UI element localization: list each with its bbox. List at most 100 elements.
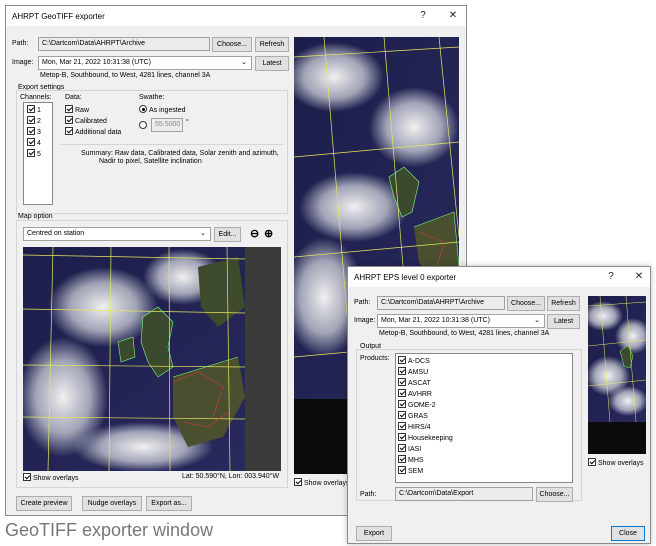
swathe-value-field[interactable]: 55.5000 — [151, 118, 183, 132]
map-centre-value: Centred on station — [27, 230, 85, 237]
chevron-down-icon: ⌄ — [241, 59, 247, 66]
channel-item[interactable]: 2 — [27, 116, 41, 125]
eps-show-overlays-checkbox[interactable]: Show overlays — [588, 458, 644, 467]
channel-item[interactable]: 4 — [27, 138, 41, 147]
product-item[interactable]: Housekeeping — [398, 433, 453, 442]
product-item[interactable]: HIRS/4 — [398, 422, 431, 431]
path-label: Path: — [12, 40, 29, 47]
zoom-out-icon[interactable]: ⊖ — [250, 227, 259, 240]
checkbox-icon — [65, 127, 73, 135]
output-path-label: Path: — [360, 491, 377, 498]
eps-image-label: Image: — [354, 317, 376, 324]
swathe-label: Swathe: — [139, 94, 165, 101]
products-list: A-DCS AMSU ASCAT AVHRR GOME-2 GRAS HIRS/… — [395, 353, 573, 483]
product-item[interactable]: GOME-2 — [398, 400, 436, 409]
eps-refresh-button[interactable]: Refresh — [547, 296, 580, 311]
checkbox-icon — [588, 458, 596, 466]
radio-icon — [139, 121, 147, 129]
channel-item[interactable]: 1 — [27, 105, 41, 114]
eps-swath-preview[interactable] — [588, 296, 646, 454]
checkbox-icon — [398, 411, 406, 419]
help-button[interactable]: ? — [412, 8, 434, 24]
product-item[interactable]: MHS — [398, 455, 424, 464]
product-item[interactable]: ASCAT — [398, 378, 431, 387]
latest-button[interactable]: Latest — [255, 56, 289, 71]
checkbox-icon — [398, 433, 406, 441]
eps-image-info: Metop-B, Southbound, to West, 4281 lines… — [379, 330, 550, 337]
checkbox-icon — [27, 105, 35, 113]
satellite-image — [23, 247, 281, 471]
create-preview-button[interactable]: Create preview — [16, 496, 72, 511]
map-centre-select[interactable]: Centred on station ⌄ — [23, 227, 211, 241]
figure-caption: GeoTIFF exporter window — [5, 520, 214, 540]
as-ingested-radio[interactable]: As ingested — [139, 105, 186, 114]
chevron-down-icon: ⌄ — [534, 317, 540, 324]
checkbox-icon — [65, 105, 73, 113]
eps-exporter-window: AHRPT EPS level 0 exporter ? ✕ Path: C:\… — [347, 266, 651, 544]
close-button[interactable]: Close — [611, 526, 645, 541]
data-label: Data: — [65, 94, 82, 101]
checkbox-icon — [27, 127, 35, 135]
checkbox-icon — [27, 138, 35, 146]
checkbox-icon — [27, 149, 35, 157]
edit-button[interactable]: Edit... — [214, 227, 241, 242]
product-item[interactable]: AVHRR — [398, 389, 432, 398]
eps-path-label: Path: — [354, 299, 371, 306]
product-item[interactable]: A-DCS — [398, 356, 430, 365]
chevron-down-icon: ⌄ — [200, 230, 206, 237]
checkbox-icon — [65, 116, 73, 124]
checkbox-icon — [398, 367, 406, 375]
additional-data-checkbox[interactable]: Additional data — [65, 127, 121, 136]
close-window-button[interactable]: ✕ — [442, 8, 464, 24]
raw-checkbox[interactable]: Raw — [65, 105, 89, 114]
eps-window-title: AHRPT EPS level 0 exporter — [354, 272, 457, 282]
image-select[interactable]: Mon, Mar 21, 2022 10:31:38 (UTC) ⌄ — [38, 56, 252, 70]
channel-item[interactable]: 3 — [27, 127, 41, 136]
image-label: Image: — [12, 59, 34, 66]
summary-text: Summary: Raw data, Calibrated data, Sola… — [81, 150, 279, 157]
archive-path-field[interactable]: C:\Dartcom\Data\AHRPT\Archive — [38, 37, 210, 51]
checkbox-icon — [294, 478, 302, 486]
export-button[interactable]: Export — [356, 526, 392, 541]
eps-choose-button[interactable]: Choose... — [507, 296, 545, 311]
output-path-field[interactable]: C:\Dartcom\Data\Export — [395, 487, 533, 501]
channel-item[interactable]: 5 — [27, 149, 41, 158]
eps-help-button[interactable]: ? — [600, 269, 622, 285]
eps-archive-path-field[interactable]: C:\Dartcom\Data\AHRPT\Archive — [377, 296, 505, 310]
geotiff-titlebar: AHRPT GeoTIFF exporter — [6, 6, 466, 26]
custom-swathe-radio[interactable] — [139, 121, 149, 130]
swath-show-overlays-checkbox[interactable]: Show overlays — [294, 478, 350, 487]
refresh-button[interactable]: Refresh — [255, 37, 289, 52]
eps-image-select-value: Mon, Mar 21, 2022 10:31:38 (UTC) — [381, 317, 490, 324]
checkbox-icon — [23, 473, 31, 481]
summary-text-2: Nadir to pixel, Satellite inclination — [99, 158, 202, 165]
map-preview[interactable] — [23, 247, 281, 471]
product-item[interactable]: AMSU — [398, 367, 428, 376]
eps-satellite-image — [588, 296, 646, 454]
calibrated-checkbox[interactable]: Calibrated — [65, 116, 107, 125]
radio-icon — [139, 105, 147, 113]
checkbox-icon — [398, 389, 406, 397]
product-item[interactable]: SEM — [398, 466, 423, 475]
zoom-in-icon[interactable]: ⊕ — [264, 227, 273, 240]
choose-button[interactable]: Choose... — [212, 37, 252, 52]
checkbox-icon — [398, 444, 406, 452]
export-as-button[interactable]: Export as... — [146, 496, 192, 511]
image-info: Metop-B, Southbound, to West, 4281 lines… — [40, 72, 211, 79]
eps-close-window-button[interactable]: ✕ — [628, 269, 650, 285]
channels-label: Channels: — [20, 94, 52, 101]
checkbox-icon — [398, 378, 406, 386]
geotiff-window-title: AHRPT GeoTIFF exporter — [12, 11, 105, 21]
nudge-overlays-button[interactable]: Nudge overlays — [82, 496, 142, 511]
eps-latest-button[interactable]: Latest — [547, 314, 580, 329]
checkbox-icon — [398, 466, 406, 474]
eps-image-select[interactable]: Mon, Mar 21, 2022 10:31:38 (UTC) ⌄ — [377, 314, 545, 328]
checkbox-icon — [398, 356, 406, 364]
product-item[interactable]: IASI — [398, 444, 421, 453]
product-item[interactable]: GRAS — [398, 411, 428, 420]
show-overlays-checkbox[interactable]: Show overlays — [23, 473, 79, 482]
map-option-heading: Map option — [18, 213, 53, 220]
checkbox-icon — [398, 422, 406, 430]
checkbox-icon — [398, 400, 406, 408]
output-choose-button[interactable]: Choose... — [536, 487, 573, 502]
